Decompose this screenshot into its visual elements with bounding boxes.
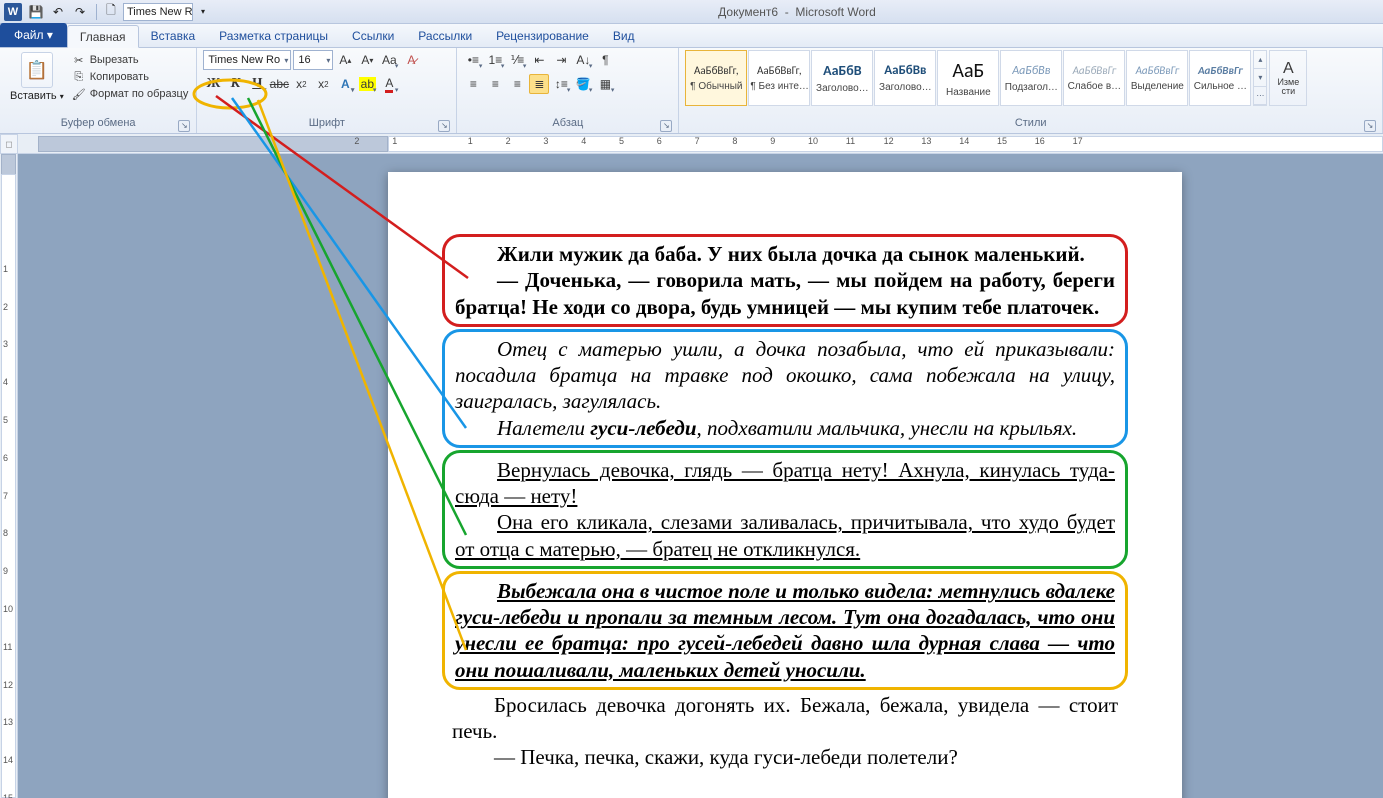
title-bar: W 💾 ↶ ↷ 🗋 Times New Ro▾ ▾ Документ6 - Mi… — [0, 0, 1383, 24]
line-spacing-icon[interactable]: ↕≡ — [551, 74, 571, 94]
text-effects-icon[interactable]: A — [335, 74, 355, 94]
font-color-icon[interactable]: A — [379, 74, 399, 94]
style-item[interactable]: АаБНазвание — [937, 50, 999, 106]
paste-button[interactable]: Вставить ▾ — [10, 90, 64, 102]
style-item[interactable]: АаБбВвГг,¶ Без инте… — [748, 50, 810, 106]
qa-separator — [96, 4, 97, 20]
align-justify-icon[interactable]: ≣ — [529, 74, 549, 94]
paragraph[interactable]: Выбежала она в чистое поле и только виде… — [455, 578, 1115, 683]
paragraph[interactable]: Отец с матерью ушли, а дочка позабыла, ч… — [455, 336, 1115, 415]
align-right-icon[interactable]: ≡ — [507, 74, 527, 94]
strike-icon[interactable]: abc — [269, 74, 289, 94]
document-area[interactable]: Жили мужик да баба. У них была дочка да … — [18, 154, 1383, 798]
group-font: Times New Ro▾ 16▾ A▴ A▾ Aa A̷ Ж К Ч abc … — [197, 48, 457, 133]
style-item[interactable]: АаБбВвЗаголово… — [874, 50, 936, 106]
paragraph[interactable]: Налетели гуси-лебеди, подхватили мальчик… — [455, 415, 1115, 441]
paragraph[interactable]: Она его кликала, слезами заливалась, при… — [455, 509, 1115, 562]
group-clipboard-label: Буфер обмена — [61, 117, 136, 129]
paragraph[interactable]: — Печка, печка, скажи, куда гуси-лебеди … — [452, 744, 1118, 770]
tab-ссылки[interactable]: Ссылки — [340, 24, 406, 47]
page: Жили мужик да баба. У них была дочка да … — [388, 172, 1182, 798]
cut-button[interactable]: ✂Вырезать — [70, 52, 191, 68]
shrink-font-icon[interactable]: A▾ — [357, 50, 377, 70]
style-item[interactable]: АаБбВвГг,¶ Обычный — [685, 50, 747, 106]
clipboard-dialog-launcher[interactable]: ↘ — [178, 120, 190, 132]
bullets-icon[interactable]: •≡ — [463, 50, 483, 70]
tab-главная[interactable]: Главная — [67, 25, 139, 48]
paste-icon[interactable]: 📋 — [21, 52, 53, 88]
ribbon: 📋 Вставить ▾ ✂Вырезать ⎘Копировать 🖌Форм… — [0, 48, 1383, 134]
grow-font-icon[interactable]: A▴ — [335, 50, 355, 70]
tab-разметка страницы[interactable]: Разметка страницы — [207, 24, 340, 47]
subscript-icon[interactable]: x2 — [291, 74, 311, 94]
ruler-horizontal[interactable]: ◻ 123456789101112131415161712 — [0, 134, 1383, 154]
align-left-icon[interactable]: ≡ — [463, 74, 483, 94]
paragraph[interactable]: — Доченька, — говорила мать, — мы пойдем… — [455, 267, 1115, 320]
scissors-icon: ✂ — [72, 53, 86, 67]
style-item[interactable]: АаБбВвГгВыделение — [1126, 50, 1188, 106]
copy-button[interactable]: ⎘Копировать — [70, 69, 191, 85]
window-title: Документ6 - Microsoft Word — [215, 5, 1379, 19]
tab-рецензирование[interactable]: Рецензирование — [484, 24, 601, 47]
italic-button[interactable]: К — [225, 74, 245, 94]
brush-icon: 🖌 — [72, 87, 86, 101]
ribbon-tabs: Файл ▾ ГлавнаяВставкаРазметка страницыСс… — [0, 24, 1383, 48]
paragraph[interactable]: Бросилась девочка догонять их. Бежала, б… — [452, 692, 1118, 745]
ruler-corner[interactable]: ◻ — [0, 134, 18, 154]
qa-redo-icon[interactable]: ↷ — [70, 2, 90, 22]
highlight-icon[interactable]: ab — [357, 74, 377, 94]
group-paragraph: •≡ 1≡ ⅟≡ ⇤ ⇥ A↓ ¶ ≡ ≡ ≡ ≣ ↕≡ 🪣 ▦ Абзац ↘ — [457, 48, 679, 133]
page-content[interactable]: Жили мужик да баба. У них была дочка да … — [388, 172, 1182, 791]
tab-вставка[interactable]: Вставка — [139, 24, 208, 47]
sort-icon[interactable]: A↓ — [573, 50, 593, 70]
dec-indent-icon[interactable]: ⇤ — [529, 50, 549, 70]
multilevel-icon[interactable]: ⅟≡ — [507, 50, 527, 70]
qa-font-box[interactable]: Times New Ro▾ — [123, 3, 193, 21]
styles-gallery[interactable]: АаБбВвГг,¶ ОбычныйАаБбВвГг,¶ Без инте…Аа… — [685, 50, 1251, 106]
style-item[interactable]: АаБбВвГгСлабое в… — [1063, 50, 1125, 106]
style-item[interactable]: АаБбВЗаголово… — [811, 50, 873, 106]
clear-format-icon[interactable]: A̷ — [401, 50, 421, 70]
group-paragraph-label: Абзац — [552, 117, 583, 129]
file-tab[interactable]: Файл ▾ — [0, 23, 67, 47]
align-center-icon[interactable]: ≡ — [485, 74, 505, 94]
group-clipboard: 📋 Вставить ▾ ✂Вырезать ⎘Копировать 🖌Форм… — [0, 48, 197, 133]
tab-вид[interactable]: Вид — [601, 24, 647, 47]
superscript-icon[interactable]: x2 — [313, 74, 333, 94]
paragraph[interactable]: Жили мужик да баба. У них была дочка да … — [455, 241, 1115, 267]
group-styles-label: Стили — [1015, 117, 1047, 129]
underline-button[interactable]: Ч — [247, 74, 267, 94]
paragraph[interactable]: Вернулась девочка, глядь — братца нету! … — [455, 457, 1115, 510]
font-dialog-launcher[interactable]: ↘ — [438, 120, 450, 132]
format-painter-button[interactable]: 🖌Формат по образцу — [70, 86, 191, 102]
paragraph-dialog-launcher[interactable]: ↘ — [660, 120, 672, 132]
group-styles: АаБбВвГг,¶ ОбычныйАаБбВвГг,¶ Без инте…Аа… — [679, 48, 1383, 133]
shading-icon[interactable]: 🪣 — [573, 74, 593, 94]
tab-рассылки[interactable]: Рассылки — [406, 24, 484, 47]
borders-icon[interactable]: ▦ — [595, 74, 615, 94]
workspace: 123456789101112131415 Жили мужик да баба… — [0, 154, 1383, 798]
ruler-vertical[interactable]: 123456789101112131415 — [0, 154, 18, 798]
qa-undo-icon[interactable]: ↶ — [48, 2, 68, 22]
change-case-icon[interactable]: Aa — [379, 50, 399, 70]
group-font-label: Шрифт — [309, 117, 345, 129]
numbering-icon[interactable]: 1≡ — [485, 50, 505, 70]
font-size-combo[interactable]: 16▾ — [293, 50, 333, 70]
style-item[interactable]: АаБбВвГгСильное … — [1189, 50, 1251, 106]
app-icon: W — [4, 3, 22, 21]
styles-dialog-launcher[interactable]: ↘ — [1364, 120, 1376, 132]
qa-customize-icon[interactable]: ▾ — [193, 2, 213, 22]
copy-icon: ⎘ — [72, 70, 86, 84]
inc-indent-icon[interactable]: ⇥ — [551, 50, 571, 70]
qa-new-icon[interactable]: 🗋 — [101, 2, 121, 22]
font-name-combo[interactable]: Times New Ro▾ — [203, 50, 291, 70]
style-item[interactable]: АаБбВвПодзагол… — [1000, 50, 1062, 106]
styles-scroll[interactable]: ▴▾⋯ — [1253, 50, 1267, 106]
bold-button[interactable]: Ж — [203, 74, 223, 94]
qa-save-icon[interactable]: 💾 — [26, 2, 46, 22]
change-styles-button[interactable]: A Изме сти — [1269, 50, 1307, 106]
show-marks-icon[interactable]: ¶ — [595, 50, 615, 70]
